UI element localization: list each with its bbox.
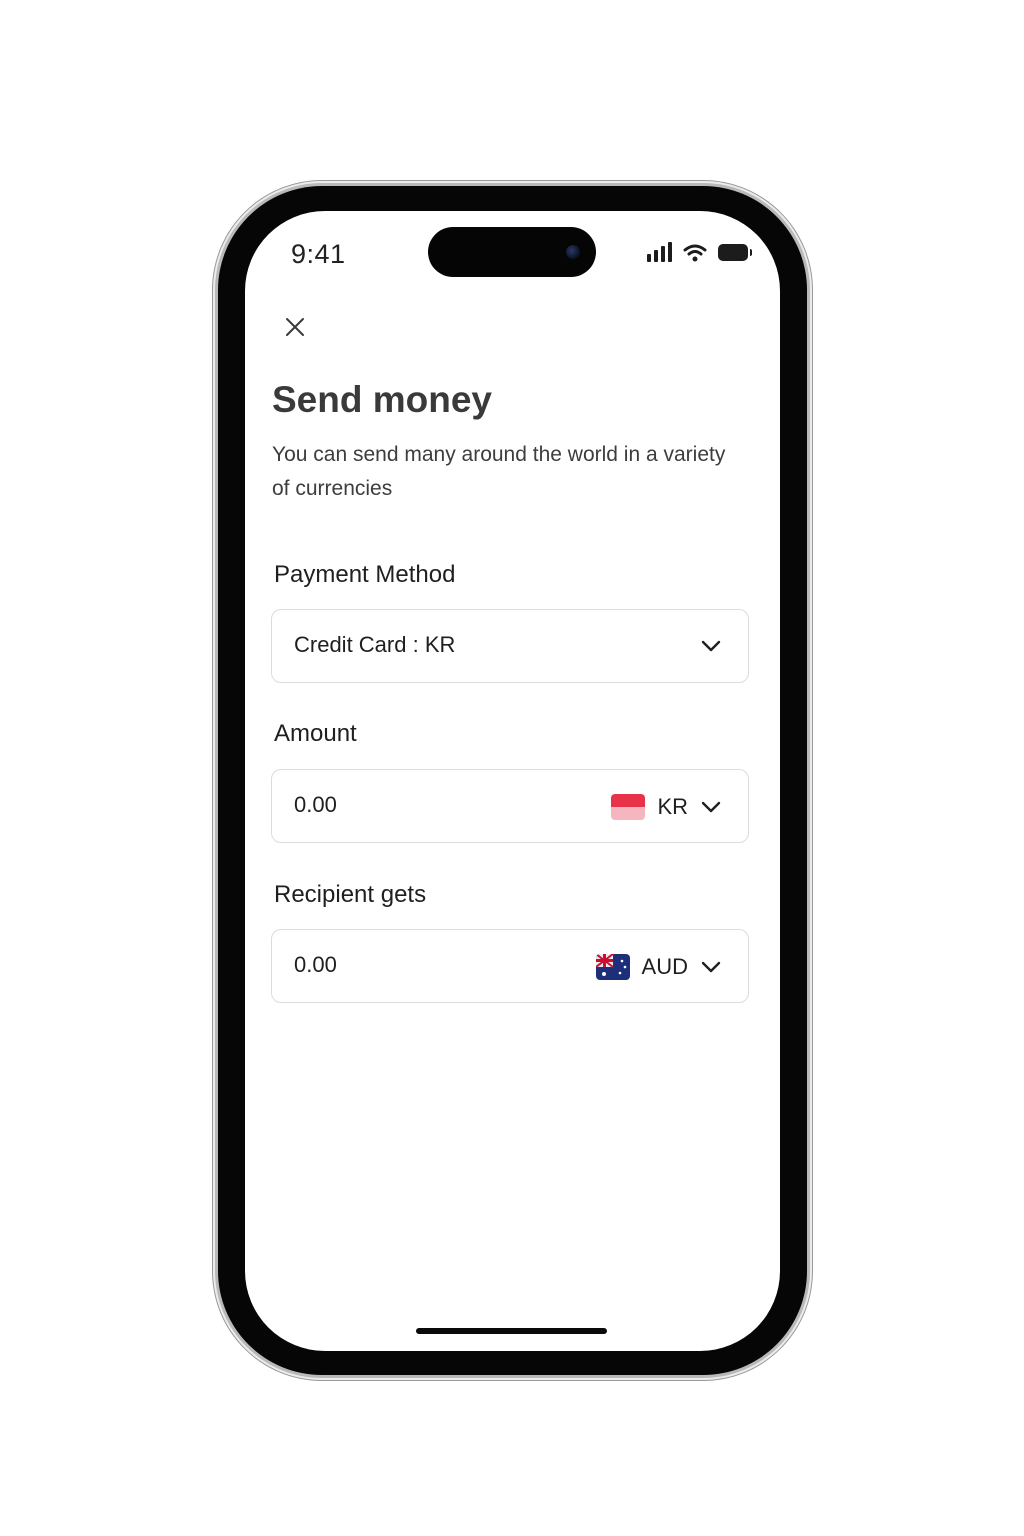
recipient-currency-select[interactable]: AUD bbox=[595, 950, 722, 984]
page-subtitle: You can send many around the world in a … bbox=[272, 443, 726, 500]
amount-currency-select[interactable]: KR bbox=[611, 790, 722, 824]
battery-icon bbox=[718, 243, 752, 261]
aud-flag-icon bbox=[595, 954, 630, 980]
chevron-down-icon bbox=[701, 640, 721, 652]
wifi-icon bbox=[683, 244, 707, 261]
page-title: Send money bbox=[272, 379, 492, 420]
recipient-gets-label: Recipient gets bbox=[274, 881, 427, 908]
recipient-gets-field[interactable]: 0.00 AUD bbox=[271, 929, 749, 1003]
kr-flag-icon bbox=[611, 794, 646, 820]
phone-screen: 9:41 Send money You can send many around… bbox=[245, 211, 780, 1351]
cellular-signal-icon bbox=[647, 242, 672, 262]
amount-field[interactable]: 0.00 KR bbox=[271, 769, 749, 843]
status-icons bbox=[647, 242, 752, 262]
phone-frame: 9:41 Send money You can send many around… bbox=[218, 186, 807, 1375]
recipient-gets-value[interactable]: 0.00 bbox=[294, 952, 337, 978]
amount-label: Amount bbox=[274, 720, 357, 747]
camera-lens bbox=[566, 245, 580, 259]
close-button[interactable] bbox=[279, 311, 311, 343]
amount-currency-code: KR bbox=[657, 794, 688, 819]
home-indicator[interactable] bbox=[416, 1328, 607, 1334]
payment-method-value: Credit Card : KR bbox=[294, 632, 456, 657]
payment-method-select[interactable]: Credit Card : KR bbox=[271, 609, 749, 683]
chevron-down-icon bbox=[701, 801, 721, 813]
power-button bbox=[806, 542, 813, 676]
recipient-currency-code: AUD bbox=[641, 954, 688, 979]
close-icon bbox=[286, 318, 304, 336]
amount-input-value[interactable]: 0.00 bbox=[294, 792, 337, 818]
chevron-down-icon bbox=[701, 961, 721, 973]
payment-method-label: Payment Method bbox=[274, 561, 456, 588]
dynamic-island bbox=[428, 227, 596, 277]
status-time: 9:41 bbox=[291, 239, 346, 269]
